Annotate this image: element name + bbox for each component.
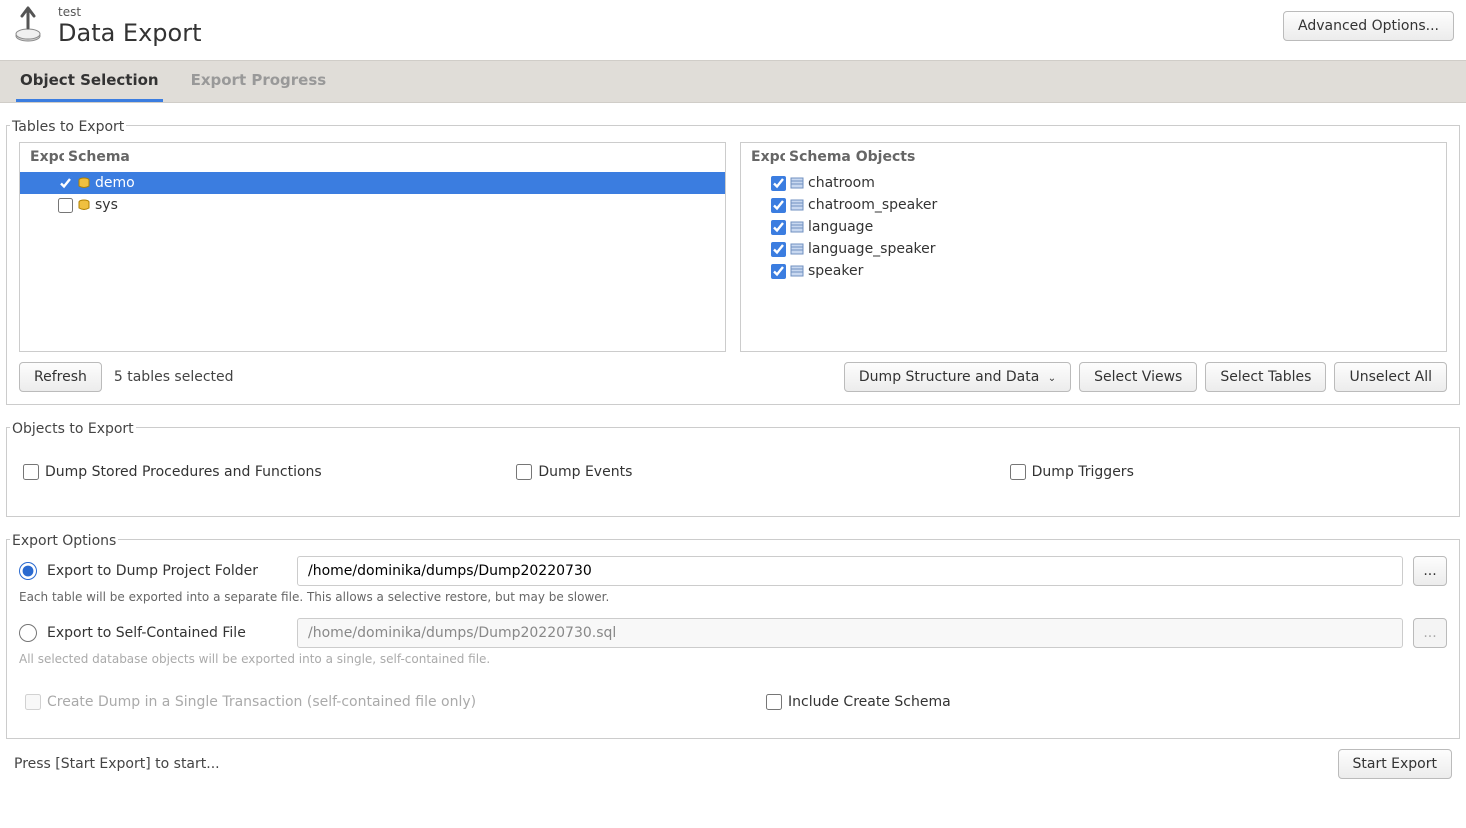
export-file-label[interactable]: Export to Self-Contained File — [47, 625, 287, 641]
objects-list-header: Expo Schema Objects — [741, 143, 1446, 172]
header-text: test Data Export — [58, 5, 202, 47]
include-schema-checkbox[interactable] — [766, 694, 782, 710]
advanced-options-button[interactable]: Advanced Options... — [1283, 11, 1454, 41]
header-left: test Data Export — [8, 4, 202, 48]
schema-list-body: demo sys — [20, 172, 725, 351]
schema-row-demo[interactable]: demo — [20, 172, 725, 194]
table-icon — [790, 264, 804, 278]
dump-triggers-option[interactable]: Dump Triggers — [1010, 464, 1443, 480]
table-row[interactable]: speaker — [741, 260, 1446, 282]
table-icon — [790, 198, 804, 212]
single-transaction-label: Create Dump in a Single Transaction (sel… — [47, 694, 476, 710]
table-checkbox[interactable] — [771, 198, 786, 213]
dump-triggers-checkbox[interactable] — [1010, 464, 1026, 480]
browse-file-button[interactable]: ... — [1413, 618, 1447, 648]
export-folder-path[interactable] — [297, 556, 1403, 586]
schema-list: Expo Schema demo — [19, 142, 726, 352]
dump-mode-label: Dump Structure and Data — [859, 369, 1039, 385]
table-icon — [790, 242, 804, 256]
export-file-hint: All selected database objects will be ex… — [19, 652, 1447, 666]
table-row[interactable]: chatroom — [741, 172, 1446, 194]
select-tables-button[interactable]: Select Tables — [1205, 362, 1326, 392]
database-icon — [77, 198, 91, 212]
table-checkbox[interactable] — [771, 220, 786, 235]
export-folder-hint: Each table will be exported into a separ… — [19, 590, 1447, 604]
select-views-button[interactable]: Select Views — [1079, 362, 1197, 392]
breadcrumb: test — [58, 5, 202, 19]
single-transaction-checkbox — [25, 694, 41, 710]
objects-legend: Objects to Export — [10, 421, 136, 437]
database-icon — [77, 176, 91, 190]
schema-header-col2: Schema — [68, 149, 130, 165]
refresh-button[interactable]: Refresh — [19, 362, 102, 392]
tab-object-selection[interactable]: Object Selection — [16, 61, 163, 102]
objects-list-body: chatroom chatroom_speaker language — [741, 172, 1446, 351]
table-checkbox[interactable] — [771, 176, 786, 191]
dump-events-label: Dump Events — [538, 464, 632, 480]
objects-list: Expo Schema Objects chatroom chatroom — [740, 142, 1447, 352]
dump-procedures-label: Dump Stored Procedures and Functions — [45, 464, 322, 480]
export-options-section: Export Options Export to Dump Project Fo… — [6, 523, 1460, 739]
table-name: chatroom_speaker — [808, 197, 937, 213]
include-schema-option[interactable]: Include Create Schema — [766, 694, 1447, 710]
dump-procedures-checkbox[interactable] — [23, 464, 39, 480]
table-name: speaker — [808, 263, 863, 279]
table-row[interactable]: language — [741, 216, 1446, 238]
objects-to-export-section: Objects to Export Dump Stored Procedures… — [6, 411, 1460, 517]
table-name: chatroom — [808, 175, 875, 191]
tables-to-export-section: Tables to Export Expo Schema demo — [6, 109, 1460, 405]
export-folder-label[interactable]: Export to Dump Project Folder — [47, 563, 287, 579]
dump-events-checkbox[interactable] — [516, 464, 532, 480]
page-header: test Data Export Advanced Options... — [0, 0, 1466, 56]
schema-checkbox-sys[interactable] — [58, 198, 73, 213]
export-folder-radio[interactable] — [19, 562, 37, 580]
table-icon — [790, 220, 804, 234]
tab-export-progress[interactable]: Export Progress — [187, 61, 331, 102]
dump-procedures-option[interactable]: Dump Stored Procedures and Functions — [23, 464, 456, 480]
table-row[interactable]: chatroom_speaker — [741, 194, 1446, 216]
page-title: Data Export — [58, 19, 202, 47]
objects-header-col2: Schema Objects — [789, 149, 915, 165]
schema-header-col1: Expo — [30, 149, 64, 165]
schema-name: demo — [95, 175, 135, 191]
export-icon — [8, 4, 48, 48]
schema-checkbox-demo[interactable] — [58, 176, 73, 191]
single-transaction-option: Create Dump in a Single Transaction (sel… — [25, 694, 706, 710]
table-name: language — [808, 219, 873, 235]
schema-list-header: Expo Schema — [20, 143, 725, 172]
dump-mode-dropdown[interactable]: Dump Structure and Data ⌄ — [844, 362, 1071, 392]
table-checkbox[interactable] — [771, 264, 786, 279]
export-options-legend: Export Options — [10, 533, 118, 549]
tab-bar: Object Selection Export Progress — [0, 60, 1466, 103]
tables-selected-status: 5 tables selected — [114, 369, 234, 385]
export-file-path[interactable] — [297, 618, 1403, 648]
export-file-radio[interactable] — [19, 624, 37, 642]
schema-row-sys[interactable]: sys — [20, 194, 725, 216]
table-row[interactable]: language_speaker — [741, 238, 1446, 260]
chevron-down-icon: ⌄ — [1048, 373, 1056, 384]
dump-triggers-label: Dump Triggers — [1032, 464, 1134, 480]
browse-folder-button[interactable]: ... — [1413, 556, 1447, 586]
objects-header-col1: Expo — [751, 149, 785, 165]
unselect-all-button[interactable]: Unselect All — [1334, 362, 1447, 392]
table-checkbox[interactable] — [771, 242, 786, 257]
tables-legend: Tables to Export — [10, 119, 126, 135]
table-name: language_speaker — [808, 241, 936, 257]
start-export-button[interactable]: Start Export — [1338, 749, 1452, 779]
dump-events-option[interactable]: Dump Events — [516, 464, 949, 480]
footer: Press [Start Export] to start... Start E… — [0, 739, 1466, 789]
include-schema-label: Include Create Schema — [788, 694, 951, 710]
schema-name: sys — [95, 197, 118, 213]
footer-message: Press [Start Export] to start... — [14, 756, 220, 772]
table-icon — [790, 176, 804, 190]
